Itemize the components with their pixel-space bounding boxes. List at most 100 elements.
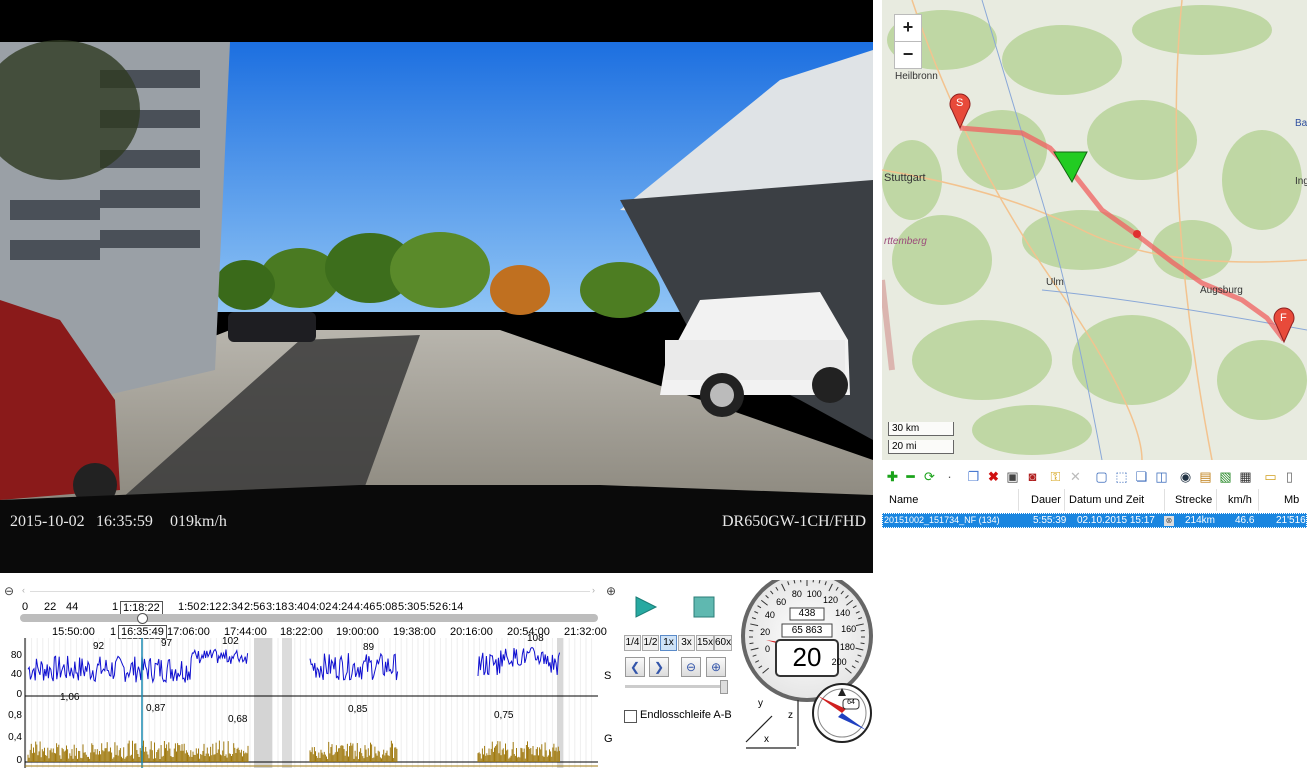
- start-marker[interactable]: S: [956, 97, 964, 109]
- accelerometer-icon: [746, 700, 798, 748]
- duration-tick: 5:52: [420, 601, 441, 613]
- file-row[interactable]: 20151002_151734_NF (134) 5:55:39 02.10.2…: [882, 513, 1307, 528]
- position-slider[interactable]: [20, 614, 598, 622]
- timeline-panel: ⊖ ‹ › ⊕ 022441:18:221:502:122:342:563:18…: [0, 580, 620, 768]
- clock-tick-prefix: 1: [110, 626, 116, 638]
- speed-peak-label: 108: [527, 633, 544, 644]
- zoom-minus-icon[interactable]: ⊖: [681, 657, 701, 677]
- zoom-plus-icon[interactable]: ⊕: [706, 657, 726, 677]
- duration-tick: 22: [44, 601, 56, 613]
- stop-icon[interactable]: [692, 595, 716, 619]
- position-slider-thumb[interactable]: [137, 613, 148, 624]
- speed-button[interactable]: 60x: [714, 635, 732, 651]
- g-axis-label: 0,8: [2, 710, 22, 721]
- dial-label: 180: [838, 642, 856, 652]
- region-wurttemberg: rttemberg: [884, 236, 927, 247]
- file-list[interactable]: Name Dauer Datum und Zeit Strecke km/h M…: [882, 489, 1307, 768]
- horizontal-scrollbar[interactable]: [30, 591, 590, 592]
- next-button[interactable]: ❯: [649, 657, 669, 677]
- speed-peak-label: 102: [222, 636, 239, 647]
- route-map[interactable]: S F + − Heilbronn Stuttgart rttemberg Ul…: [882, 0, 1307, 460]
- video-player[interactable]: 2015-10-02 16:35:59 019km/h DR650GW-1CH/…: [0, 0, 873, 573]
- clock-tick: 15:50:00: [52, 626, 95, 638]
- g-peak-label: 0,87: [146, 703, 165, 714]
- camera-icon[interactable]: ◙: [1025, 469, 1040, 484]
- file-name: 20151002_151734_NF (134): [884, 515, 1000, 525]
- delete-icon[interactable]: ✖: [986, 469, 1001, 484]
- zoom-out-icon[interactable]: ⊖: [3, 585, 15, 597]
- duration-tick: 0: [22, 601, 28, 613]
- speed-button[interactable]: 3x: [678, 635, 695, 651]
- film-icon[interactable]: ▦: [1238, 469, 1253, 484]
- axis-x-label: x: [764, 734, 769, 745]
- scroll-left-icon[interactable]: ‹: [22, 585, 25, 595]
- col-datetime[interactable]: Datum und Zeit: [1069, 494, 1144, 506]
- document-icon[interactable]: ▯: [1282, 469, 1297, 484]
- g-axis-label: 0: [2, 755, 22, 766]
- volume-slider[interactable]: [625, 685, 725, 688]
- refresh-icon[interactable]: ⟳: [922, 469, 937, 484]
- speed-peak-label: 97: [161, 638, 172, 649]
- speed-button[interactable]: 1/4: [624, 635, 641, 651]
- previous-button[interactable]: ❮: [625, 657, 645, 677]
- volume-thumb[interactable]: [720, 680, 728, 694]
- speed-gforce-chart[interactable]: [0, 638, 620, 768]
- dial-label: 80: [788, 589, 806, 599]
- zoom-in-icon[interactable]: ⊕: [605, 585, 617, 597]
- speed-button[interactable]: 15x: [696, 635, 714, 651]
- add-icon[interactable]: ✚: [885, 469, 900, 484]
- speed-peak-label: 92: [93, 641, 104, 652]
- col-duration[interactable]: Dauer: [1031, 494, 1061, 506]
- duration-tick: 3:40: [288, 601, 309, 613]
- folder-icon[interactable]: ▭: [1263, 469, 1278, 484]
- col-speed[interactable]: km/h: [1228, 494, 1252, 506]
- save-icon[interactable]: ▣: [1005, 469, 1020, 484]
- copy-icon[interactable]: ❐: [966, 469, 981, 484]
- clock-tick: 19:00:00: [336, 626, 379, 638]
- windows-icon[interactable]: ◫: [1154, 469, 1169, 484]
- playback-controls: 1/41/21x3x15x60x ❮ ❯ ⊖ ⊕ Endlosschleife …: [620, 580, 735, 768]
- clock-tick: 17:06:00: [167, 626, 210, 638]
- axis-z-label: z: [788, 710, 793, 721]
- duration-tick: 2:56: [244, 601, 265, 613]
- speed-axis-label: 40: [2, 669, 22, 680]
- duration-tick-prefix: 1: [112, 601, 118, 613]
- col-mb[interactable]: Mb: [1284, 494, 1299, 506]
- remove-icon[interactable]: ━: [903, 469, 918, 484]
- play-icon[interactable]: [634, 595, 658, 619]
- g-peak-label: 0,68: [228, 714, 247, 725]
- layers-icon[interactable]: ❏: [1134, 469, 1149, 484]
- map-zoom-out-button[interactable]: −: [894, 41, 922, 69]
- clock-tick: 16:35:49: [118, 625, 167, 639]
- duration-tick: 5:08: [376, 601, 397, 613]
- file-speed: 46.6: [1235, 515, 1254, 526]
- scroll-right-icon[interactable]: ›: [592, 585, 595, 595]
- key-icon[interactable]: ⚿: [1048, 469, 1063, 484]
- map-zoom-in-button[interactable]: +: [894, 14, 922, 42]
- clock-tick: 21:32:00: [564, 626, 607, 638]
- duration-tick: 6:14: [442, 601, 463, 613]
- speed-button[interactable]: 1x: [660, 635, 677, 651]
- dropdown-icon[interactable]: ·: [942, 469, 957, 484]
- globe-icon[interactable]: ◉: [1178, 469, 1193, 484]
- loop-checkbox[interactable]: [624, 710, 637, 723]
- col-name[interactable]: Name: [889, 494, 918, 506]
- fit-icon[interactable]: ⬚: [1114, 469, 1129, 484]
- gauge-panel: 406080100120140160180200200 438 65 863 2…: [738, 580, 878, 768]
- notes-icon[interactable]: ▤: [1198, 469, 1213, 484]
- col-distance[interactable]: Strecke: [1175, 494, 1212, 506]
- speed-button[interactable]: 1/2: [642, 635, 659, 651]
- scale-km: 30 km: [888, 422, 954, 436]
- tools-icon[interactable]: ✕: [1068, 469, 1083, 484]
- file-distance: 214km: [1185, 515, 1215, 526]
- axis-y-label: y: [758, 698, 763, 709]
- speed-series-label: S: [604, 670, 611, 682]
- osd-model: DR650GW-1CH/FHD: [722, 513, 866, 531]
- clock-tick: 19:38:00: [393, 626, 436, 638]
- new-window-icon[interactable]: ▢: [1094, 469, 1109, 484]
- finish-marker[interactable]: F: [1280, 312, 1288, 324]
- dial-label: 140: [834, 608, 852, 618]
- duration-tick: 2:34: [222, 601, 243, 613]
- g-peak-label: 0,85: [348, 704, 367, 715]
- image-icon[interactable]: ▧: [1218, 469, 1233, 484]
